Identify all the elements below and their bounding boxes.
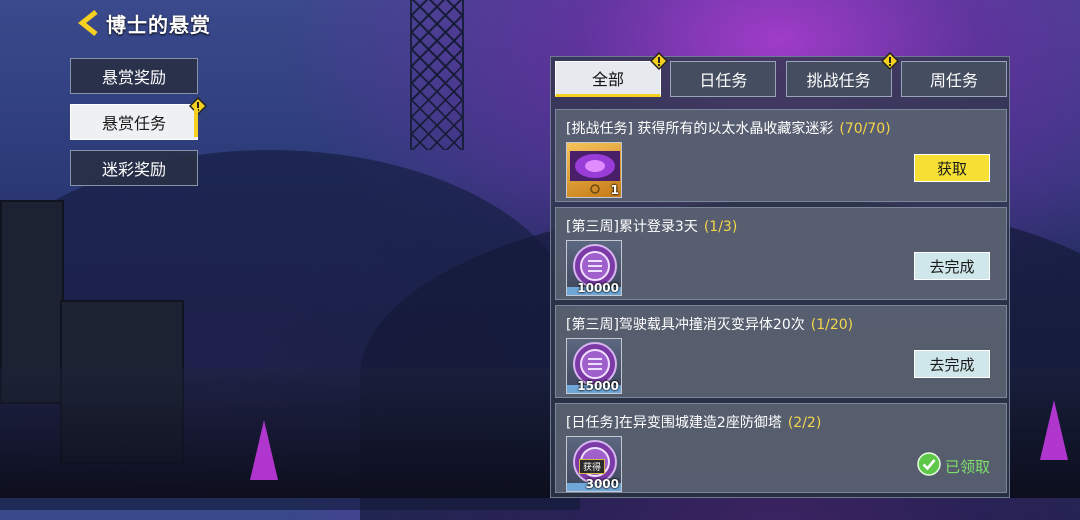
- warning-icon: [189, 97, 207, 115]
- header: 博士的悬赏: [76, 6, 211, 40]
- menu-item-label: 迷彩奖励: [101, 160, 166, 179]
- go-complete-button[interactable]: 去完成: [914, 350, 990, 378]
- menu-item-label: 悬赏奖励: [101, 68, 166, 87]
- task-row: [第三周]驾驶载具冲撞消灭变异体20次 (1/20) 15000 去完成: [555, 305, 1007, 398]
- menu-item-camo-rewards[interactable]: 迷彩奖励: [70, 150, 198, 186]
- back-button[interactable]: [76, 8, 102, 38]
- tab-label: 挑战任务: [806, 71, 871, 90]
- menu-item-label: 悬赏任务: [101, 114, 166, 133]
- tab-weekly[interactable]: 周任务: [900, 61, 1007, 97]
- task-row: [日任务]在异变围城建造2座防御塔 (2/2) 获得 3000 已领取: [555, 403, 1007, 493]
- claimed-status: 已领取: [917, 452, 990, 480]
- task-panel: 全部 日任务 挑战任务 周任务 [挑战任务] 获得所有的以太水晶收藏家迷彩 (70…: [550, 52, 1010, 498]
- claim-button[interactable]: 获取: [914, 154, 990, 182]
- warning-icon: [880, 52, 899, 70]
- go-complete-button[interactable]: 去完成: [914, 252, 990, 280]
- tab-bar: 全部 日任务 挑战任务 周任务: [555, 52, 1007, 99]
- crate: [0, 200, 64, 404]
- radio-tower: [410, 0, 464, 150]
- task-progress: (70/70): [839, 121, 891, 137]
- page-title: 博士的悬赏: [106, 12, 211, 37]
- crystal: [250, 420, 278, 480]
- task-title: [第三周]累计登录3天 (1/3): [566, 219, 738, 235]
- claimed-label: 已领取: [944, 457, 990, 476]
- side-menu: 悬赏奖励 悬赏任务 迷彩奖励: [70, 58, 207, 196]
- tab-all[interactable]: 全部: [555, 52, 668, 97]
- menu-item-bounty-rewards[interactable]: 悬赏奖励: [70, 58, 198, 94]
- task-row: [挑战任务] 获得所有的以太水晶收藏家迷彩 (70/70) 1 获取: [555, 109, 1007, 202]
- reward-obtained-tag: 获得: [579, 459, 606, 474]
- reward-item[interactable]: 获得 3000: [566, 436, 622, 492]
- task-title: [日任务]在异变围城建造2座防御塔 (2/2): [566, 415, 822, 431]
- task-title: [挑战任务] 获得所有的以太水晶收藏家迷彩 (70/70): [566, 121, 891, 137]
- reward-item[interactable]: 1: [566, 142, 622, 198]
- reward-quantity: 10000: [577, 281, 619, 295]
- tab-daily[interactable]: 日任务: [670, 61, 777, 97]
- menu-item-bounty-tasks[interactable]: 悬赏任务: [70, 97, 207, 140]
- check-circle-icon: [917, 452, 945, 480]
- crate: [60, 300, 184, 464]
- tab-label: 全部: [591, 70, 624, 89]
- task-list: [挑战任务] 获得所有的以太水晶收藏家迷彩 (70/70) 1 获取 [第三周]累…: [555, 109, 1007, 498]
- back-arrow-icon: [78, 10, 100, 36]
- task-progress: (1/20): [810, 317, 854, 333]
- reward-quantity: 3000: [585, 477, 619, 491]
- reward-quantity: 1: [610, 183, 619, 197]
- task-progress: (1/3): [703, 219, 738, 235]
- reward-item[interactable]: 10000: [566, 240, 622, 296]
- warning-icon: [650, 52, 668, 70]
- tab-label: 日任务: [699, 71, 748, 90]
- task-title: [第三周]驾驶载具冲撞消灭变异体20次 (1/20): [566, 317, 854, 333]
- task-row: [第三周]累计登录3天 (1/3) 10000 去完成: [555, 207, 1007, 300]
- tab-label: 周任务: [929, 71, 978, 90]
- tab-challenge[interactable]: 挑战任务: [785, 52, 899, 97]
- crystal: [1040, 400, 1068, 460]
- reward-item[interactable]: 15000: [566, 338, 622, 394]
- task-progress: (2/2): [787, 415, 822, 431]
- reward-quantity: 15000: [577, 379, 619, 393]
